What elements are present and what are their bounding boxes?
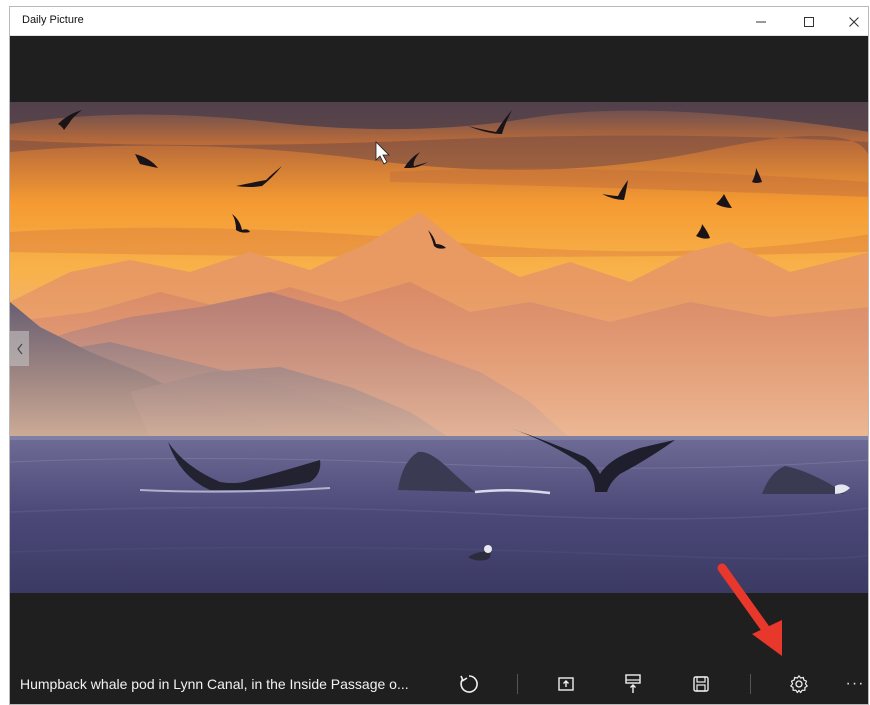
save-icon [693,676,709,692]
settings-button[interactable] [779,662,819,704]
minimize-icon [756,21,766,22]
command-bar: Humpback whale pod in Lynn Canal, in the… [10,662,868,704]
content-area: Humpback whale pod in Lynn Canal, in the… [10,36,868,704]
refresh-icon [460,675,478,693]
set-lock-screen-button[interactable] [546,662,586,704]
close-icon [849,16,859,27]
more-options-button[interactable]: ··· [840,662,868,704]
set-lock-screen-icon [558,677,574,691]
separator [517,674,518,694]
minimize-button[interactable] [739,7,783,36]
refresh-button[interactable] [449,662,489,704]
previous-button[interactable] [10,331,29,366]
title-bar[interactable]: Daily Picture [10,7,868,36]
maximize-button[interactable] [787,7,831,36]
save-button[interactable] [681,662,721,704]
set-wallpaper-button[interactable] [613,662,653,704]
separator [750,674,751,694]
maximize-icon [804,16,814,27]
set-wallpaper-icon [625,674,641,693]
photo-caption: Humpback whale pod in Lynn Canal, in the… [20,676,409,692]
settings-icon [790,675,808,694]
daily-photo [10,102,868,593]
window-title: Daily Picture [22,14,84,26]
chevron-left-icon [16,343,22,354]
close-button[interactable] [832,7,868,36]
app-window: Daily Picture Humpback whale pod in Lynn… [9,6,869,705]
